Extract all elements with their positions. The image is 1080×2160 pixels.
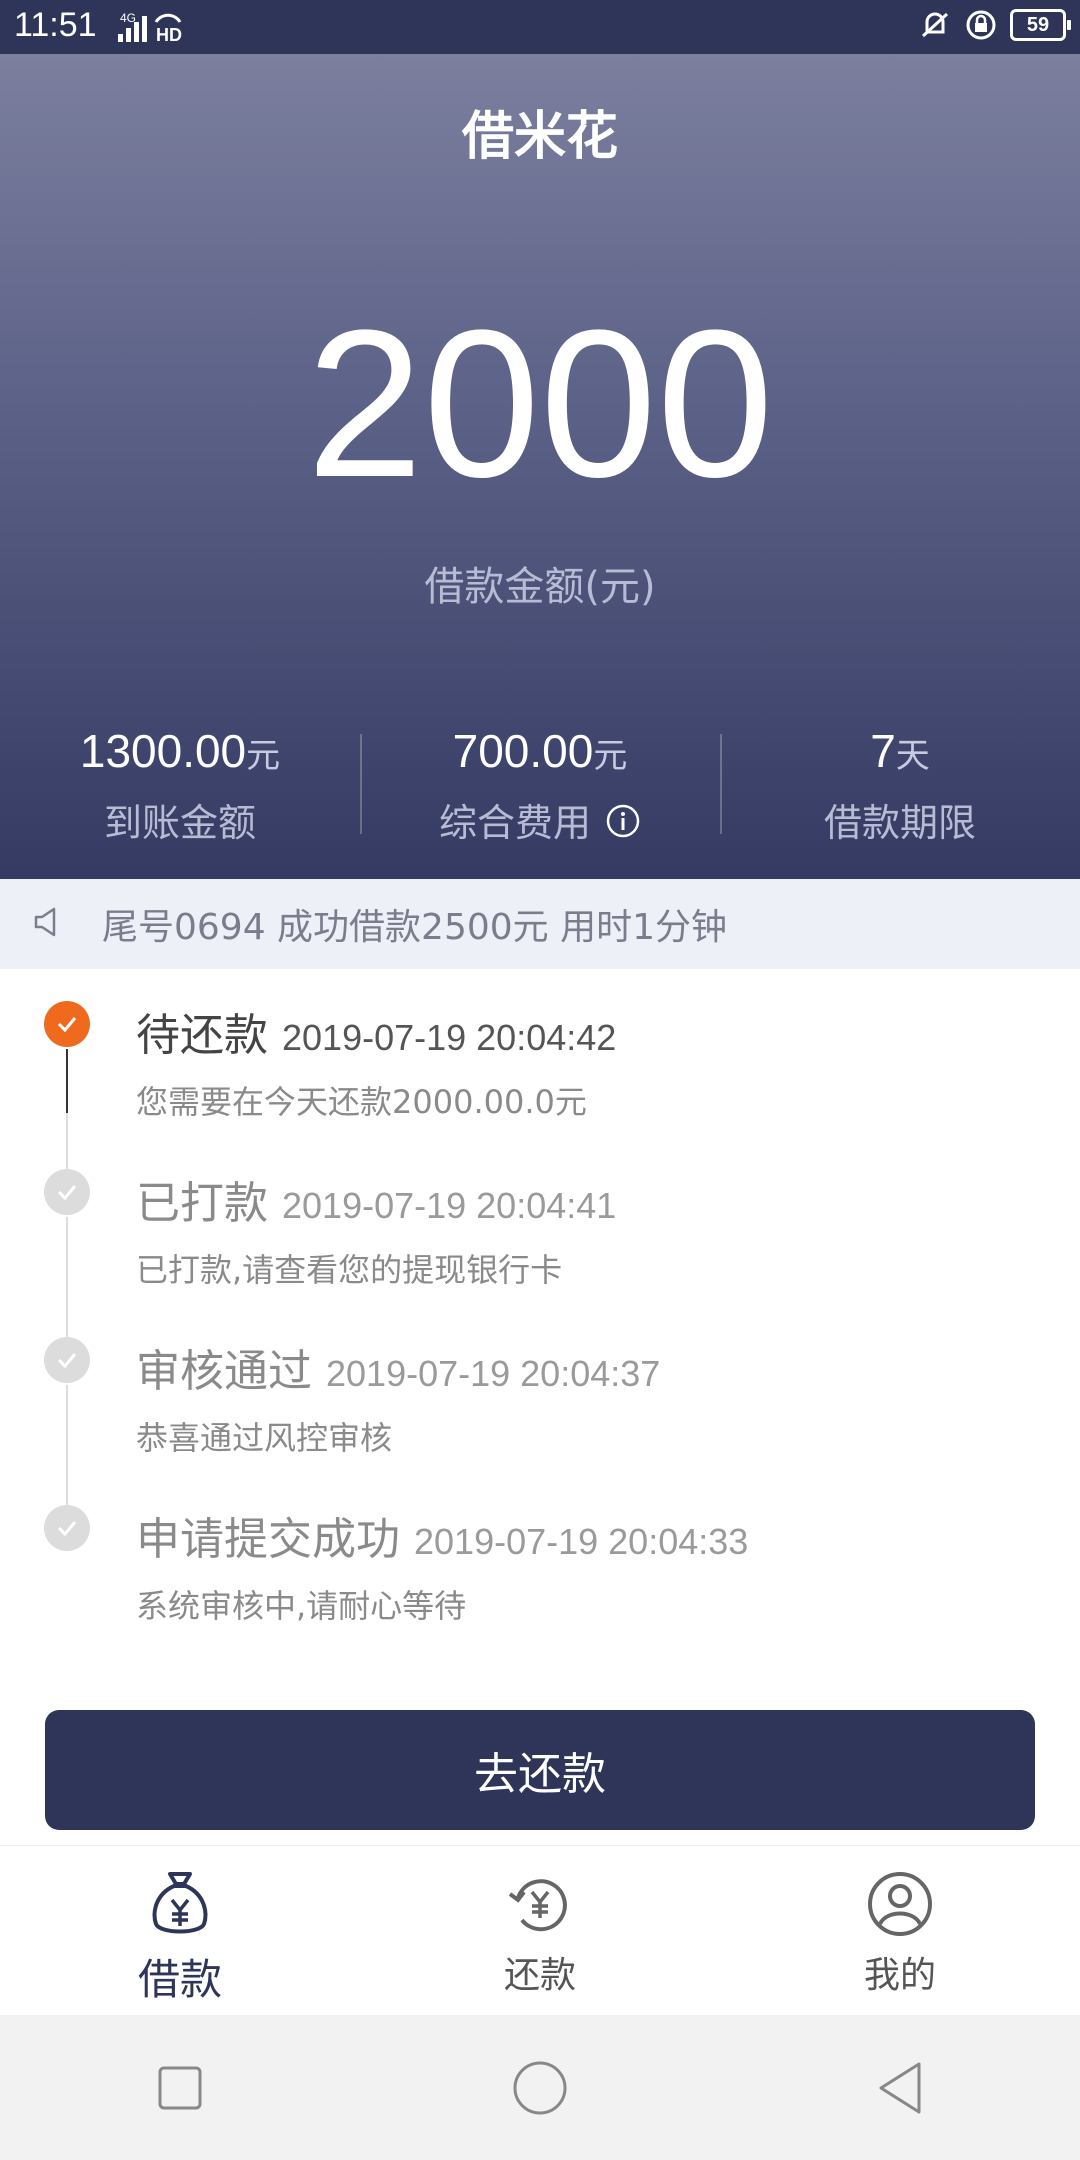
square-icon [158,2066,202,2109]
timeline-time: 2019-07-19 20:04:33 [414,1521,749,1562]
status-bar: 11:51 4G HD 59 [0,0,1080,54]
money-bag-icon [148,1868,212,1940]
timeline-time: 2019-07-19 20:04:41 [282,1185,617,1226]
mute-bell-icon [921,12,949,38]
battery-indicator: 59 [1010,9,1071,41]
rotation-lock-icon [966,10,996,40]
bottom-tab-bar: 借款 还款 我的 [0,1845,1080,2016]
stat-label: 综合费用 [438,801,591,845]
timeline-status: 审核通过 [136,1346,312,1397]
timeline-item-approved: 审核通过 2019-07-19 20:04:37 恭喜通过风控审核 [0,1305,1080,1473]
network-type-label: 4G [120,11,136,25]
timeline-item-paid-out: 已打款 2019-07-19 20:04:41 已打款,请查看您的提现银行卡 [0,1137,1080,1305]
loan-summary-header: 借米花 2000 借款金额(元) 1300.00元 到账金额 700.00元 综… [0,54,1080,879]
page-title: 借米花 [461,107,618,167]
timeline-item-submitted: 申请提交成功 2019-07-19 20:04:33 系统审核中,请耐心等待 [0,1473,1080,1641]
status-time: 11:51 [14,6,97,44]
stat-unit: 天 [895,736,930,776]
tab-label: 还款 [503,1955,576,1996]
system-nav-bar [0,2015,1080,2160]
timeline-item-pending-repayment: 待还款 2019-07-19 20:04:42 您需要在今天还款2000.00.0… [0,969,1080,1137]
stat-value: 1300.00 [79,725,247,777]
stat-total-fee: 700.00元 综合费用 [360,724,720,845]
tab-label: 我的 [863,1955,936,1996]
stat-unit: 元 [246,736,281,776]
status-icons: 59 [918,8,1071,42]
stat-unit: 元 [593,736,628,776]
announcement-text: 尾号0694 成功借款2500元 用时1分钟 [102,907,728,948]
user-profile-icon [864,1868,936,1940]
back-button[interactable] [840,2038,960,2138]
check-icon [44,1169,90,1215]
repay-cycle-icon [504,1868,576,1940]
tab-label: 借款 [137,1955,222,2004]
timeline-description: 系统审核中,请耐心等待 [136,1587,467,1625]
stat-received-amount: 1300.00元 到账金额 [0,724,360,845]
stat-loan-term: 7天 借款期限 [720,724,1080,845]
recent-apps-button[interactable] [120,2038,240,2138]
timeline-time: 2019-07-19 20:04:42 [282,1017,617,1058]
megaphone-icon [30,904,66,944]
info-icon[interactable] [605,803,641,848]
check-icon [44,1505,90,1551]
tab-mine[interactable]: 我的 [720,1846,1080,2016]
signal-icon: 4G HD [116,8,226,48]
back-triangle-icon [879,2062,921,2113]
timeline-status: 申请提交成功 [136,1514,400,1565]
hd-label: HD [156,25,182,44]
check-icon [44,1337,90,1383]
stat-label: 借款期限 [823,801,976,845]
loan-amount: 2000 [306,286,774,521]
timeline-description: 已打款,请查看您的提现银行卡 [136,1251,563,1289]
timeline-description: 您需要在今天还款2000.00.0元 [136,1083,587,1121]
home-button[interactable] [480,2038,600,2138]
circle-icon [513,2061,567,2114]
stat-value: 7 [870,725,896,777]
timeline-time: 2019-07-19 20:04:37 [326,1353,661,1394]
announcement-bar: 尾号0694 成功借款2500元 用时1分钟 [0,879,1080,969]
check-icon [44,1001,90,1047]
timeline-status: 已打款 [136,1178,268,1229]
tab-repay[interactable]: 还款 [360,1846,720,2016]
go-repay-button[interactable]: 去还款 [45,1710,1035,1830]
timeline-description: 恭喜通过风控审核 [136,1419,393,1457]
loan-amount-label: 借款金额(元) [424,564,656,610]
tab-borrow[interactable]: 借款 [0,1846,360,2016]
stat-value: 700.00 [452,725,594,777]
stat-label: 到账金额 [103,801,256,845]
timeline-status: 待还款 [136,1010,268,1061]
loan-stats: 1300.00元 到账金额 700.00元 综合费用 7天 借款期限 [0,724,1080,845]
